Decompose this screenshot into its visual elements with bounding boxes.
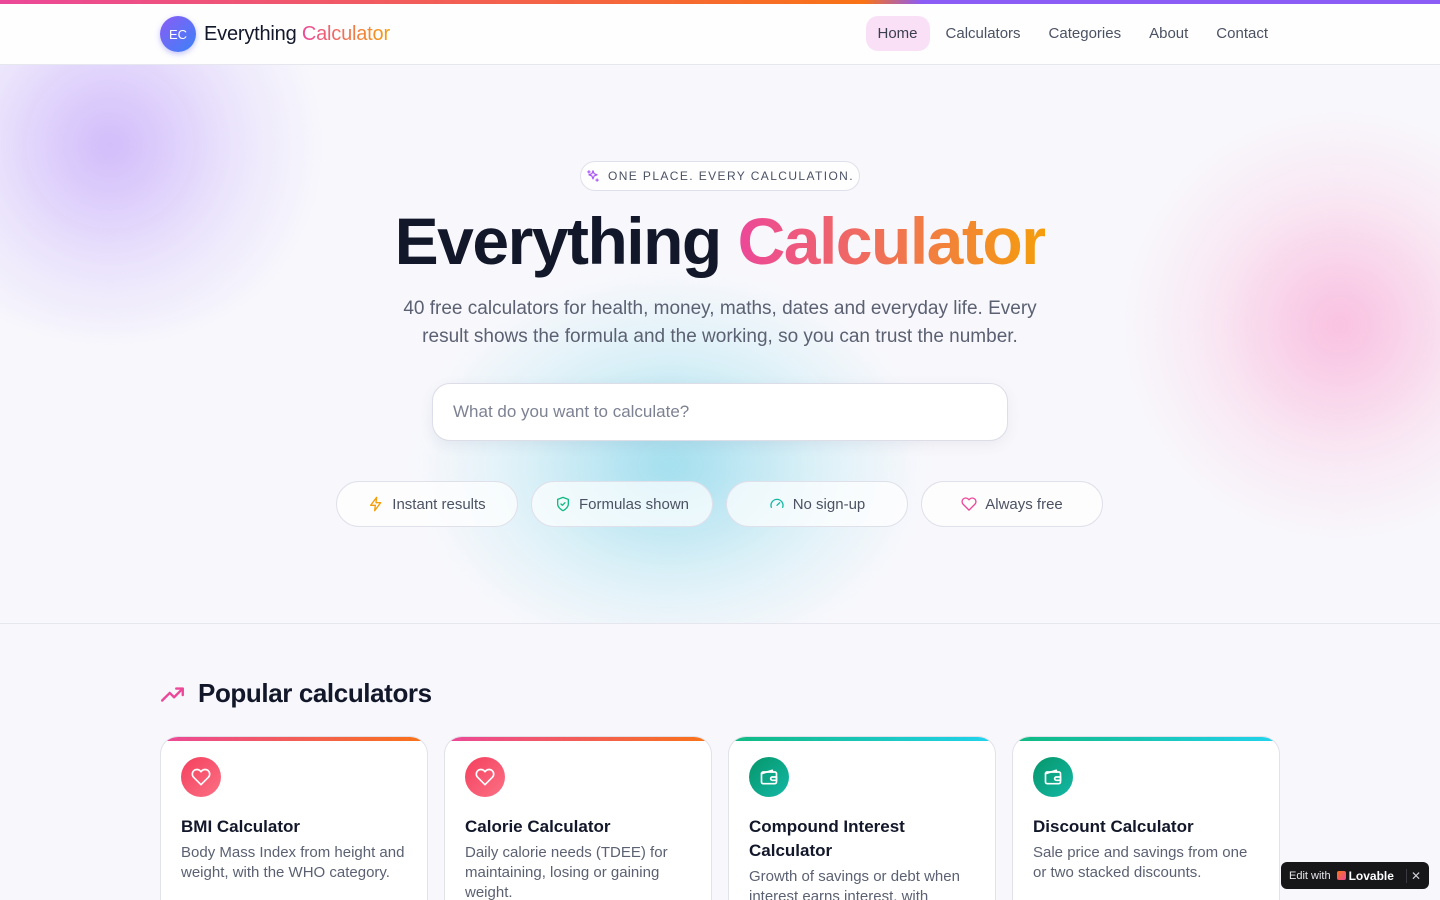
- wallet-icon: [760, 769, 778, 785]
- popular-section-title: Popular calculators: [198, 678, 432, 708]
- feature-label: Formulas shown: [578, 495, 690, 513]
- edit-with-lovable-badge[interactable]: Edit with Lovable ✕: [1281, 862, 1429, 889]
- logo-badge: EC: [160, 16, 196, 52]
- card-accent-stripe: [1013, 737, 1279, 741]
- hero-eyebrow-text: ONE PLACE. EVERY CALCULATION.: [607, 169, 854, 183]
- card-icon-badge: [181, 757, 221, 797]
- feature-pill-instant-results: Instant results: [336, 481, 518, 527]
- card-title: BMI Calculator: [181, 817, 301, 836]
- heart-icon: [191, 768, 211, 786]
- lovable-logo-icon: [1336, 871, 1346, 880]
- popular-calculator-cards: BMI Calculator Body Mass Index from heig…: [160, 736, 1280, 900]
- popular-section-heading: Popular calculators: [160, 678, 432, 709]
- hero-section: ONE PLACE. EVERY CALCULATION. Everything…: [0, 65, 1440, 623]
- main-nav: Home Calculators Categories About Contac…: [865, 16, 1281, 51]
- hero-subtitle: 40 free calculators for health, money, m…: [403, 298, 1037, 347]
- feature-label: No sign-up: [792, 495, 866, 513]
- logo-text-plain: Everything: [204, 22, 297, 45]
- card-title: Discount Calculator: [1033, 817, 1194, 836]
- section-divider: [0, 623, 1440, 624]
- calculator-card-bmi[interactable]: BMI Calculator Body Mass Index from heig…: [160, 736, 428, 900]
- site-header: EC Everything Calculator Home Calculator…: [0, 4, 1440, 65]
- wallet-icon: [1044, 769, 1062, 785]
- background-glow-purple: [0, 65, 340, 335]
- calculator-card-compound-interest[interactable]: Compound Interest Calculator Growth of s…: [728, 736, 996, 900]
- calculator-card-calorie[interactable]: Calorie Calculator Daily calorie needs (…: [444, 736, 712, 900]
- card-description: Sale price and savings from one or two s…: [1033, 844, 1248, 881]
- search-input[interactable]: [432, 383, 1008, 441]
- hero-title-accent: Calculator: [737, 204, 1047, 278]
- shield-check-icon: [556, 496, 569, 512]
- card-description: Growth of savings or debt when interest …: [749, 868, 960, 900]
- nav-item-categories[interactable]: Categories: [1037, 16, 1134, 51]
- nav-item-about[interactable]: About: [1137, 16, 1200, 51]
- site-logo[interactable]: EC Everything Calculator: [160, 16, 390, 52]
- sparkles-icon: [587, 170, 599, 182]
- calculator-card-discount[interactable]: Discount Calculator Sale price and savin…: [1012, 736, 1280, 900]
- card-icon-badge: [465, 757, 505, 797]
- zap-icon: [370, 496, 382, 512]
- feature-label: Always free: [985, 495, 1063, 513]
- background-glow-pink: [1120, 115, 1440, 535]
- gauge-icon: [770, 498, 784, 508]
- card-accent-stripe: [729, 737, 995, 741]
- lovable-brand: Lovable: [1336, 868, 1394, 883]
- logo-text-accent: Calculator: [301, 22, 390, 45]
- heart-icon: [961, 497, 977, 511]
- card-accent-stripe: [445, 737, 711, 741]
- feature-pill-formulas-shown: Formulas shown: [531, 481, 713, 527]
- nav-item-home[interactable]: Home: [865, 16, 930, 51]
- card-title: Compound Interest Calculator: [749, 817, 905, 860]
- logo-text: Everything Calculator: [204, 23, 390, 46]
- hero-title: Everything Calculator: [0, 203, 1440, 279]
- hero-title-plain: Everything: [394, 204, 723, 278]
- hero-eyebrow: ONE PLACE. EVERY CALCULATION.: [580, 161, 860, 191]
- feature-label: Instant results: [392, 495, 486, 513]
- heart-icon: [475, 768, 495, 786]
- lovable-brand-name: Lovable: [1348, 868, 1394, 883]
- card-icon-badge: [1033, 757, 1073, 797]
- trending-up-icon: [160, 686, 184, 702]
- nav-item-contact[interactable]: Contact: [1204, 16, 1280, 51]
- feature-pill-no-sign-up: No sign-up: [726, 481, 908, 527]
- nav-item-calculators[interactable]: Calculators: [934, 16, 1033, 51]
- feature-pill-always-free: Always free: [921, 481, 1103, 527]
- card-description: Daily calorie needs (TDEE) for maintaini…: [465, 844, 668, 900]
- card-title: Calorie Calculator: [465, 817, 611, 836]
- card-icon-badge: [749, 757, 789, 797]
- card-accent-stripe: [161, 737, 427, 741]
- close-icon[interactable]: ✕: [1405, 868, 1421, 883]
- feature-pills: Instant results Formulas shown No sign-u…: [336, 481, 1103, 527]
- lovable-badge-prefix: Edit with: [1289, 869, 1331, 882]
- card-description: Body Mass Index from height and weight, …: [181, 844, 405, 881]
